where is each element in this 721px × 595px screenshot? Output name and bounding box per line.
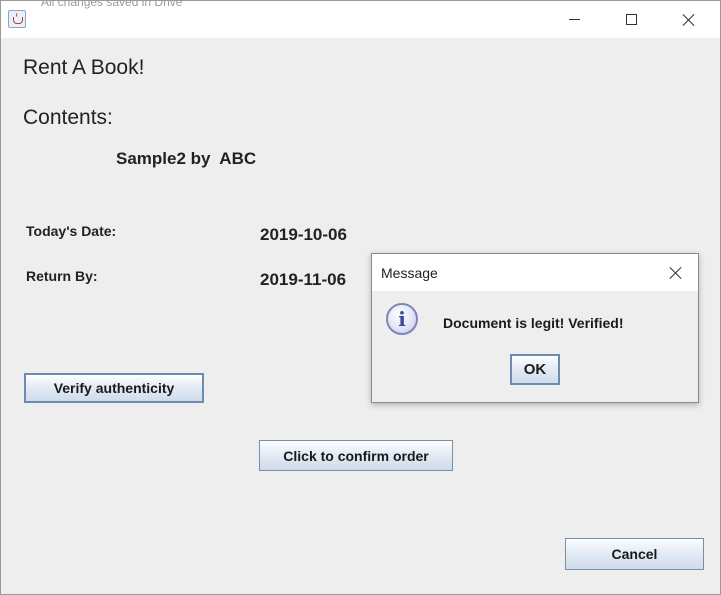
return-by-label: Return By: (26, 268, 98, 284)
dialog-title-bar: Message (372, 254, 698, 291)
title-peek-text: All changes saved in Drive (41, 0, 183, 9)
minimize-icon (568, 19, 580, 20)
todays-date-label: Today's Date: (26, 223, 117, 239)
book-title: Sample2 by ABC (116, 149, 257, 168)
verify-authenticity-button[interactable]: Verify authenticity (24, 373, 204, 403)
page-title: Rent A Book! (23, 56, 145, 79)
dialog-close-button[interactable] (662, 262, 690, 284)
maximize-button[interactable] (608, 1, 654, 38)
info-icon: i (386, 303, 418, 335)
ok-button[interactable]: OK (510, 354, 560, 385)
dialog-message: Document is legit! Verified! (443, 315, 624, 331)
cancel-button[interactable]: Cancel (565, 538, 704, 570)
dialog-title: Message (381, 265, 438, 281)
todays-date-value: 2019-10-06 (260, 225, 347, 244)
minimize-button[interactable] (551, 1, 597, 38)
app-window: All changes saved in Drive Rent A Book! … (0, 0, 721, 595)
title-bar: All changes saved in Drive (1, 0, 720, 38)
contents-label: Contents: (23, 106, 113, 129)
close-button[interactable] (666, 1, 712, 38)
return-by-value: 2019-11-06 (260, 270, 347, 289)
close-icon (669, 266, 683, 280)
message-dialog: Message i Document is legit! Verified! O… (371, 253, 699, 403)
maximize-icon (625, 14, 637, 25)
close-icon (682, 13, 696, 27)
confirm-order-button[interactable]: Click to confirm order (259, 440, 453, 471)
java-app-icon (8, 10, 26, 28)
